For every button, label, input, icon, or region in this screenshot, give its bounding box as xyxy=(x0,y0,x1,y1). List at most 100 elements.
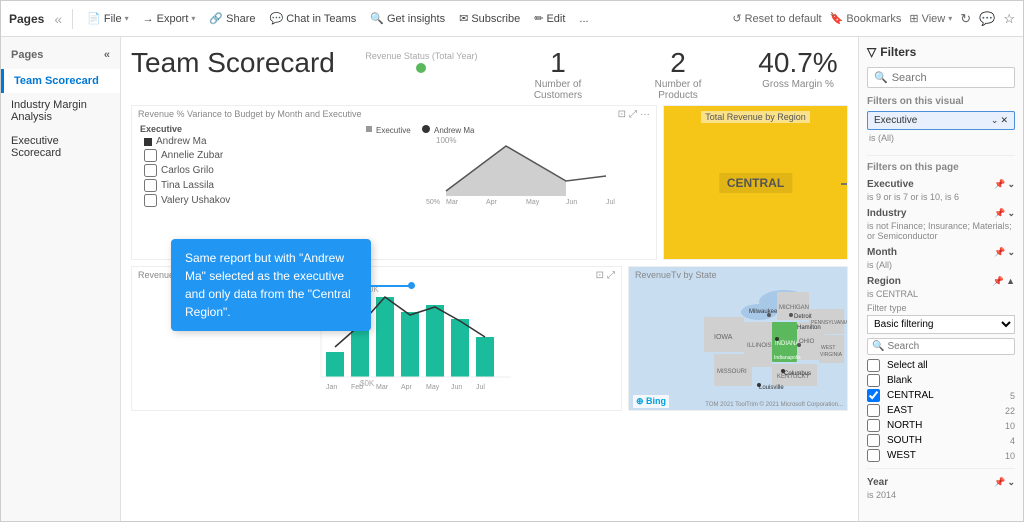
sidebar-item-industry-margin[interactable]: Industry Margin Analysis xyxy=(1,93,120,129)
edit-button[interactable]: ✏ Edit xyxy=(530,10,569,27)
chat-button[interactable]: 💬 Chat in Teams xyxy=(265,10,360,27)
month-icons: 📌 ⌄ xyxy=(994,247,1015,258)
filter-chip-icons: ⌄ ✕ xyxy=(991,115,1008,126)
filter-type-select[interactable]: Basic filtering xyxy=(867,315,1015,334)
region-pin-icon[interactable]: 📌 xyxy=(993,276,1004,287)
edit-icon: ✏ xyxy=(534,12,543,25)
region-collapse-icon[interactable]: ▲ xyxy=(1006,276,1015,287)
region-filter-label[interactable]: Region 📌 ▲ xyxy=(867,274,1015,289)
central-count: 5 xyxy=(1010,391,1015,401)
industry-pin-icon[interactable]: 📌 xyxy=(994,208,1005,219)
svg-text:Indianapolis: Indianapolis xyxy=(774,355,801,361)
filter-search-input[interactable] xyxy=(892,72,1008,84)
region-item-west: WEST 10 xyxy=(867,449,1015,462)
more-chart-icon[interactable]: ··· xyxy=(640,109,650,120)
filters-visual-section: Filters on this visual Executive ⌄ ✕ is … xyxy=(867,96,1015,147)
region-blank-checkbox[interactable] xyxy=(867,374,880,387)
exec-page-expand-icon[interactable]: ⌄ xyxy=(1007,179,1015,190)
region-chart-box: Total Revenue by Region CENTRAL xyxy=(663,105,848,260)
insights-button[interactable]: 🔍 Get insights xyxy=(366,10,449,27)
year-pin-icon[interactable]: 📌 xyxy=(994,477,1005,488)
svg-text:Mar: Mar xyxy=(446,199,459,206)
line-chart-title: Revenue % Variance to Budget by Month an… xyxy=(132,106,656,122)
view-button[interactable]: ⊞ View ▾ xyxy=(909,12,952,25)
sidebar-collapse-icon[interactable]: « xyxy=(104,49,110,61)
svg-text:Apr: Apr xyxy=(401,384,413,391)
svg-text:Louisville: Louisville xyxy=(759,385,784,391)
exec-checkbox-1[interactable] xyxy=(144,149,157,162)
callout-dot xyxy=(408,282,415,289)
exec-checkbox-2[interactable] xyxy=(144,164,157,177)
executive-visual-filter[interactable]: Executive ⌄ ✕ xyxy=(867,111,1015,130)
filter-search-box[interactable]: 🔍 xyxy=(867,67,1015,88)
report-title: Team Scorecard xyxy=(131,47,335,79)
filter-chip-expand-icon[interactable]: ⌄ xyxy=(991,115,999,126)
export-button[interactable]: → Export ▾ xyxy=(139,11,200,27)
filter-chip-clear-icon[interactable]: ✕ xyxy=(1000,115,1008,126)
line-chart-box: Revenue % Variance to Budget by Month an… xyxy=(131,105,657,260)
month-filter-label[interactable]: Month 📌 ⌄ xyxy=(867,245,1015,260)
refresh-icon[interactable]: ↻ xyxy=(960,11,971,27)
sidebar-item-team-scorecard[interactable]: Team Scorecard xyxy=(1,69,120,93)
year-filter-label[interactable]: Year 📌 ⌄ xyxy=(867,475,1015,490)
executive-page-filter-label[interactable]: Executive 📌 ⌄ xyxy=(867,177,1015,192)
svg-text:Jun: Jun xyxy=(451,384,462,391)
region-item-central: CENTRAL 5 xyxy=(867,389,1015,402)
exec-checkbox-4[interactable] xyxy=(144,194,157,207)
focus-icon[interactable]: ⤢ xyxy=(629,109,637,120)
export-icon: → xyxy=(143,13,154,25)
region-south-checkbox[interactable] xyxy=(867,434,880,447)
region-east-checkbox[interactable] xyxy=(867,404,880,417)
more-button[interactable]: ... xyxy=(575,11,592,27)
month-expand-icon[interactable]: ⌄ xyxy=(1007,247,1015,258)
svg-text:IOWA: IOWA xyxy=(714,334,733,341)
executive-visual-value: is (All) xyxy=(867,133,1015,147)
svg-text:Detroit: Detroit xyxy=(794,314,812,320)
region-north-checkbox[interactable] xyxy=(867,419,880,432)
region-pointer-line xyxy=(841,183,848,185)
month-pin-icon[interactable]: 📌 xyxy=(994,247,1005,258)
industry-expand-icon[interactable]: ⌄ xyxy=(1007,208,1015,219)
filter-icon: ▽ xyxy=(867,45,876,59)
region-search-box[interactable]: 🔍 xyxy=(867,338,1015,355)
svg-text:100%: 100% xyxy=(436,136,456,145)
reset-button[interactable]: ↺ Reset to default xyxy=(732,12,821,25)
file-button[interactable]: 📄 File ▾ xyxy=(83,10,132,27)
bookmarks-button[interactable]: 🔖 Bookmarks xyxy=(830,12,902,25)
filters-header: ▽ Filters xyxy=(867,45,1015,59)
kpi-margin: 40.7% Gross Margin % xyxy=(748,49,848,101)
sidebar-item-executive-scorecard[interactable]: Executive Scorecard xyxy=(1,129,120,165)
region-search-input[interactable] xyxy=(887,341,1010,352)
teams-icon: 💬 xyxy=(269,12,283,25)
svg-text:ILLINOIS: ILLINOIS xyxy=(747,343,772,349)
industry-icons: 📌 ⌄ xyxy=(994,208,1015,219)
select-all-row: Select all xyxy=(867,359,1015,372)
region-central-checkbox[interactable] xyxy=(867,389,880,402)
svg-text:Hamilton: Hamilton xyxy=(797,325,821,331)
svg-text:Columbus: Columbus xyxy=(784,371,811,377)
exec-checkbox-3[interactable] xyxy=(144,179,157,192)
funnel-icon[interactable]: ⊡ xyxy=(618,109,626,120)
share-button[interactable]: 🔗 Share xyxy=(205,10,259,27)
filters-panel: ▽ Filters 🔍 Filters on this visual Execu… xyxy=(858,37,1023,521)
region-chart-title: Total Revenue by Region xyxy=(664,109,847,123)
svg-text:May: May xyxy=(426,384,440,391)
report-title-block: Team Scorecard xyxy=(131,47,335,85)
select-all-checkbox[interactable] xyxy=(867,359,880,372)
industry-filter-label[interactable]: Industry 📌 ⌄ xyxy=(867,206,1015,221)
comment-icon[interactable]: 💬 xyxy=(979,11,995,27)
exec-swatch-0 xyxy=(144,138,152,146)
subscribe-button[interactable]: ✉ Subscribe xyxy=(455,10,524,27)
exec-page-pin-icon[interactable]: 📌 xyxy=(994,179,1005,190)
svg-text:Apr: Apr xyxy=(486,199,498,206)
export-chevron-icon: ▾ xyxy=(191,14,195,23)
select-all-label[interactable]: Select all xyxy=(867,359,928,372)
region-item-north: NORTH 10 xyxy=(867,419,1015,432)
star-icon[interactable]: ☆ xyxy=(1003,11,1015,27)
region-west-checkbox[interactable] xyxy=(867,449,880,462)
kpi-row: 1 Number ofCustomers 2 Number ofProducts… xyxy=(508,47,848,101)
year-expand-icon[interactable]: ⌄ xyxy=(1007,477,1015,488)
east-count: 22 xyxy=(1005,406,1015,416)
file-chevron-icon: ▾ xyxy=(125,14,129,23)
collapse-icon[interactable]: « xyxy=(54,11,62,27)
